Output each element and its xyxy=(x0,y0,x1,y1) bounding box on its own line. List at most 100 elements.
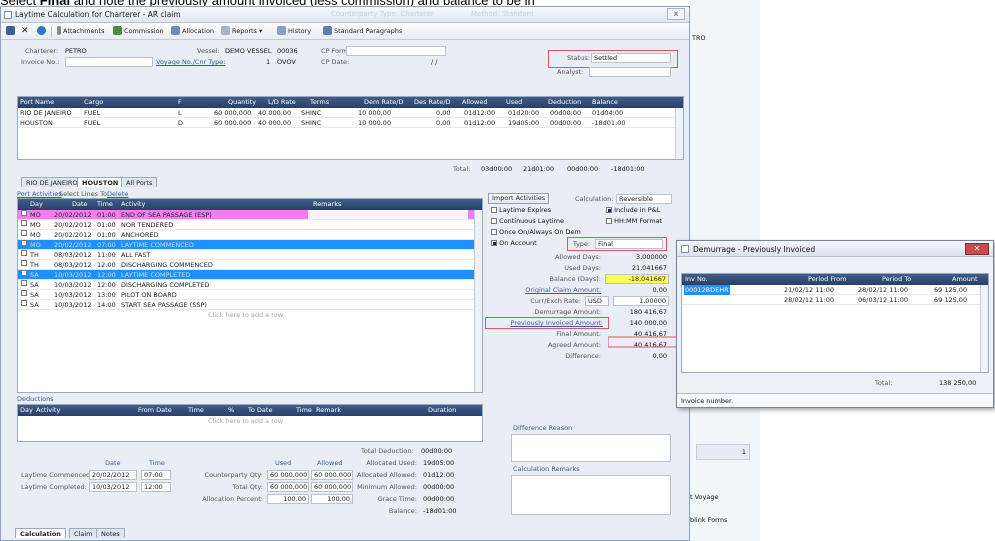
list-item[interactable]: MO 20/02/2012 07:00 LAYTIME COMMENCED xyxy=(18,240,482,250)
attachments-button[interactable]: Attachments xyxy=(57,26,105,37)
tab-calculation[interactable]: Calculation xyxy=(15,528,66,538)
add-row-activities[interactable]: Click here to add a row xyxy=(18,310,482,320)
laytime-expires-checkbox[interactable]: Laytime Expires xyxy=(491,206,551,214)
status-field[interactable]: Settled xyxy=(591,53,671,63)
col-ded-activity[interactable]: Activity xyxy=(36,405,60,416)
col-ded-day[interactable]: Day xyxy=(20,405,33,416)
currency-field[interactable]: USD xyxy=(585,296,609,306)
table-row[interactable]: HOUSTON FUEL D 60 000,000 40 000,00 SHINC 10 0… xyxy=(18,118,683,128)
col-ded-remark[interactable]: Remark xyxy=(316,405,341,416)
original-claim-link[interactable]: Original Claim Amount: xyxy=(481,286,601,294)
col-terms[interactable]: Terms xyxy=(310,97,329,108)
list-item[interactable]: SA 10/03/2012 13:00 PILOT ON BOARD xyxy=(18,290,482,300)
col-amount[interactable]: Amount xyxy=(952,274,978,285)
on-account-checkbox[interactable]: On Account xyxy=(491,239,537,247)
hhmm-format-checkbox[interactable]: HH:MM Format xyxy=(606,217,662,225)
commission-button[interactable]: Commission xyxy=(113,26,164,37)
delete-link[interactable]: Delete xyxy=(107,190,128,198)
type-select[interactable]: Final xyxy=(595,239,663,249)
cpdate-value[interactable]: / / xyxy=(431,58,437,66)
col-balance[interactable]: Balance xyxy=(592,97,618,108)
refresh-icon[interactable] xyxy=(37,26,48,37)
col-period-from[interactable]: Period From xyxy=(808,274,846,285)
previously-invoiced-link[interactable]: Previously Invoiced Amount: xyxy=(485,319,603,327)
list-item[interactable]: SA 10/03/2012 12:00 DISCHARGING COMPLETED xyxy=(18,280,482,290)
side-voyage-link[interactable]: t Voyage xyxy=(690,493,719,501)
table-row[interactable]: 00012BDEHR 21/02/12 11:00 28/02/12 11:00 6… xyxy=(682,285,988,295)
list-item[interactable]: MO 20/02/2012 01:00 END OF SEA PASSAGE (ESP… xyxy=(18,210,482,220)
col-inv-no[interactable]: Inv No. xyxy=(685,274,708,285)
col-ded-time2[interactable]: Time xyxy=(296,405,312,416)
laytime-completed-time[interactable]: 12:00 xyxy=(141,482,171,492)
col-date[interactable]: Date xyxy=(72,199,88,210)
difference-reason-box[interactable] xyxy=(511,434,671,462)
col-ded-from-date[interactable]: From Date xyxy=(138,405,172,416)
tab-rio[interactable]: RIO DE JANEIRO xyxy=(21,177,83,187)
col-period-to[interactable]: Period To xyxy=(882,274,911,285)
table-row[interactable]: RIO DE JANEIRO FUEL L 60 000,000 40 000,00 SH… xyxy=(18,108,683,118)
col-ded-to-date[interactable]: To Date xyxy=(248,405,272,416)
activity-cell: NOR TENDERED xyxy=(121,221,174,229)
col-allowed[interactable]: Allowed xyxy=(462,97,487,108)
col-activity[interactable]: Activity xyxy=(121,199,145,210)
col-quantity[interactable]: Quantity xyxy=(228,97,256,108)
side-forms-link[interactable]: blink Forms xyxy=(690,516,727,524)
list-item[interactable]: MO 20/02/2012 01:00 NOR TENDERED xyxy=(18,220,482,230)
list-item[interactable]: TH 08/03/2012 11:00 ALL FAST xyxy=(18,250,482,260)
dialog-close-button[interactable]: ✕ xyxy=(965,243,989,255)
col-ded-duration[interactable]: Duration xyxy=(428,405,456,416)
charterer-value[interactable]: PETRO xyxy=(65,47,87,55)
calculation-select[interactable]: Reversible xyxy=(616,194,672,204)
col-time[interactable]: Time xyxy=(97,199,113,210)
calculation-remarks-box[interactable] xyxy=(511,475,671,515)
save-icon[interactable] xyxy=(6,26,17,37)
activity-cell: MO xyxy=(30,231,41,239)
continuous-laytime-checkbox[interactable]: Continuous Laytime xyxy=(491,217,564,225)
reports-button[interactable]: Reports ▾ xyxy=(221,26,262,37)
invoices-scrollbar[interactable] xyxy=(980,285,988,372)
cancel-icon[interactable]: ✕ xyxy=(21,26,29,37)
laytime-completed-date[interactable]: 10/03/2012 xyxy=(89,482,137,492)
voyage-link[interactable]: Voyage No./Cnr Type: xyxy=(156,58,225,66)
col-des-rate[interactable]: Des Rate/D xyxy=(414,97,451,108)
col-day[interactable]: Day xyxy=(30,199,43,210)
col-port-name[interactable]: Port Name xyxy=(20,97,54,108)
col-ld-rate[interactable]: L/D Rate xyxy=(268,97,296,108)
laytime-commenced-time[interactable]: 07:00 xyxy=(141,470,171,480)
col-f[interactable]: F xyxy=(178,97,182,108)
list-item[interactable]: SA 10/03/2012 12:00 LAYTIME COMPLETED xyxy=(18,270,482,280)
port-activities-link[interactable]: Port Activities xyxy=(17,190,62,198)
add-row-deductions[interactable]: Click here to add a row xyxy=(18,416,482,426)
exchange-rate-field[interactable]: 1,00000 xyxy=(613,296,669,306)
cpform-field[interactable] xyxy=(346,46,446,56)
invoice-number-cell[interactable]: 00012BDEHR xyxy=(684,285,730,295)
history-button[interactable]: History xyxy=(277,26,311,37)
col-ded-pct[interactable]: % xyxy=(228,405,234,416)
table-row[interactable]: 28/02/12 11:00 06/03/12 11:00 69 125,00 xyxy=(682,295,988,305)
once-on-checkbox[interactable]: Once On/Always On Dem xyxy=(491,228,581,236)
list-item[interactable]: SA 10/03/2012 14:00 START SEA PASSAGE (SSP) xyxy=(18,300,482,310)
list-item[interactable]: MO 20/02/2012 01:00 ANCHORED xyxy=(18,230,482,240)
col-deduction[interactable]: Deduction xyxy=(548,97,581,108)
tab-houston[interactable]: HOUSTON xyxy=(77,177,124,187)
tab-notes[interactable]: Notes xyxy=(96,528,125,538)
vessel-value[interactable]: DEMO VESSEL xyxy=(225,47,271,55)
analyst-field[interactable] xyxy=(589,67,671,77)
col-dem-rate[interactable]: Dem Rate/D xyxy=(364,97,404,108)
tab-claim[interactable]: Claim xyxy=(69,528,98,538)
tab-all-ports[interactable]: All Ports xyxy=(121,177,158,187)
remarks-cell[interactable] xyxy=(308,210,468,219)
include-pnl-checkbox[interactable]: Include in P&L xyxy=(606,206,660,214)
col-cargo[interactable]: Cargo xyxy=(84,97,103,108)
standard-paragraphs-button[interactable]: Standard Paragraphs xyxy=(323,26,402,37)
col-ded-time[interactable]: Time xyxy=(188,405,204,416)
laytime-commenced-date[interactable]: 20/02/2012 xyxy=(89,470,137,480)
list-item[interactable]: TH 08/03/2012 12:00 DISCHARGING COMMENCED xyxy=(18,260,482,270)
col-used[interactable]: Used xyxy=(506,97,522,108)
invoice-field[interactable] xyxy=(65,57,153,67)
close-button[interactable]: x xyxy=(667,8,685,20)
col-remarks[interactable]: Remarks xyxy=(313,199,341,210)
import-activities-button[interactable]: Import Activities xyxy=(488,193,550,204)
allocation-button[interactable]: Allocation xyxy=(171,26,214,37)
ports-scrollbar[interactable] xyxy=(675,108,683,159)
